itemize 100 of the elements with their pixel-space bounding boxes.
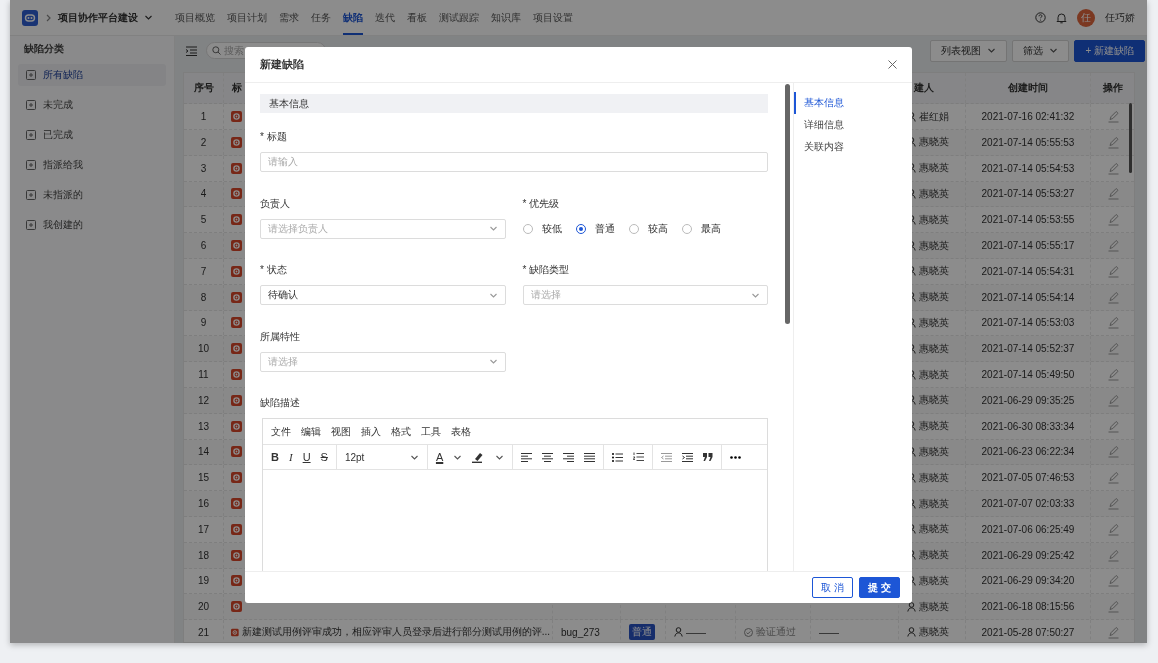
sidebar-item[interactable]: 我创建的	[18, 214, 166, 236]
table-cell: 惠晓英	[919, 161, 949, 176]
nav-tab[interactable]: 看板	[407, 0, 427, 35]
nav-tab[interactable]: 项目计划	[227, 0, 267, 35]
submit-button[interactable]: 提 交	[859, 577, 900, 598]
table-cell: ——	[686, 627, 706, 638]
table-cell: 惠晓英	[919, 470, 949, 485]
table-cell: 崔红娟	[919, 109, 949, 124]
radio-option[interactable]: 较高	[628, 221, 668, 236]
table-cell: 2021-06-18 08:15:56	[966, 594, 1091, 620]
menu-item[interactable]: 编辑	[301, 424, 321, 439]
select-field[interactable]: 待确认	[260, 285, 506, 305]
menu-item[interactable]: 格式	[391, 424, 411, 439]
nav-tab[interactable]: 项目设置	[533, 0, 573, 35]
sidebar-item[interactable]: 未指派的	[18, 184, 166, 206]
notification-icon[interactable]	[1056, 11, 1067, 24]
edit-icon[interactable]	[1106, 135, 1120, 149]
logo-icon[interactable]	[22, 9, 38, 26]
edit-icon[interactable]	[1106, 522, 1120, 536]
format-button[interactable]: I	[288, 451, 293, 463]
table-cell: 1	[184, 104, 224, 129]
edit-icon[interactable]	[1106, 110, 1120, 124]
table-cell: 惠晓英	[919, 548, 949, 563]
sidebar-item[interactable]: 已完成	[18, 124, 166, 146]
nav-tab[interactable]: 项目概览	[175, 0, 215, 35]
edit-icon[interactable]	[1106, 316, 1120, 330]
edit-icon[interactable]	[1106, 419, 1120, 433]
sidebar-item[interactable]: 指派给我	[18, 154, 166, 176]
edit-icon[interactable]	[1106, 213, 1120, 227]
radio-option[interactable]: 普通	[575, 221, 615, 236]
table-cell: 惠晓英	[919, 315, 949, 330]
edit-icon[interactable]	[1106, 600, 1120, 614]
text-color-button[interactable]: A	[435, 451, 444, 463]
format-button[interactable]: U	[302, 451, 311, 463]
sidebar-item[interactable]: 未完成	[18, 94, 166, 116]
numbered-list-icon[interactable]	[633, 452, 645, 462]
table-cell: 4	[184, 181, 224, 207]
align-icon[interactable]	[584, 452, 596, 462]
edit-icon[interactable]	[1106, 187, 1120, 201]
font-size-select[interactable]: 12pt	[344, 451, 419, 463]
edit-icon[interactable]	[1106, 161, 1120, 175]
anchor-link[interactable]: 关联内容	[794, 136, 912, 158]
edit-icon[interactable]	[1106, 471, 1120, 485]
indent-icon[interactable]	[682, 452, 694, 462]
table-cell: 惠晓英	[919, 393, 949, 408]
nav-tab[interactable]: 需求	[279, 0, 299, 35]
field-label: * 状态	[260, 263, 288, 277]
outdent-icon[interactable]	[661, 452, 673, 462]
menu-item[interactable]: 文件	[271, 424, 291, 439]
new-bug-button[interactable]: + 新建缺陷	[1074, 39, 1145, 62]
edit-icon[interactable]	[1106, 264, 1120, 278]
sidebar-title: 缺陷分类	[23, 42, 65, 56]
bug-type-icon	[231, 240, 242, 252]
dropdown-button[interactable]: 列表视图	[930, 39, 1008, 62]
scrollbar-thumb[interactable]	[1129, 102, 1132, 173]
anchor-link[interactable]: 基本信息	[794, 92, 912, 114]
table-cell: 5	[184, 207, 224, 233]
menu-item[interactable]: 工具	[421, 424, 441, 439]
anchor-link[interactable]: 详细信息	[794, 114, 912, 136]
align-icon[interactable]	[542, 452, 554, 462]
list-indent-icon[interactable]	[186, 45, 197, 56]
table-cell: 2021-07-06 06:25:49	[966, 516, 1091, 542]
document-icon	[26, 160, 36, 170]
nav-tab[interactable]: 测试跟踪	[439, 0, 479, 35]
align-icon[interactable]	[563, 452, 575, 462]
bug-type-icon	[231, 601, 242, 613]
edit-icon[interactable]	[1106, 393, 1120, 407]
menu-item[interactable]: 视图	[331, 424, 351, 439]
more-icon[interactable]	[730, 455, 742, 459]
edit-icon[interactable]	[1106, 574, 1120, 588]
menu-item[interactable]: 插入	[361, 424, 381, 439]
nav-tab[interactable]: 迭代	[375, 0, 395, 35]
quote-icon[interactable]	[703, 453, 714, 461]
table-cell: 15	[184, 465, 224, 491]
project-name[interactable]: 项目协作平台建设	[58, 10, 138, 25]
format-button[interactable]: S	[320, 451, 328, 463]
edit-icon[interactable]	[1106, 239, 1120, 253]
sidebar-item[interactable]: 所有缺陷	[18, 64, 166, 86]
close-icon[interactable]	[888, 60, 897, 69]
edit-icon[interactable]	[1106, 368, 1120, 381]
align-icon[interactable]	[521, 452, 533, 462]
radio-option[interactable]: 较低	[522, 221, 562, 236]
format-button[interactable]: B	[271, 451, 279, 463]
nav-tab[interactable]: 知识库	[491, 0, 521, 35]
edit-icon[interactable]	[1106, 290, 1120, 304]
menu-item[interactable]: 表格	[451, 424, 471, 439]
nav-tab[interactable]: 任务	[311, 0, 331, 35]
help-icon[interactable]	[1035, 12, 1046, 23]
table-cell[interactable]: 新建测试用例评审成功，相应评审人员登录后进行部分测试用例的评...	[241, 625, 550, 640]
edit-icon[interactable]	[1106, 342, 1120, 356]
dropdown-button[interactable]: 筛选	[1012, 39, 1070, 62]
edit-icon[interactable]	[1106, 445, 1120, 459]
scrollbar-thumb[interactable]	[785, 84, 790, 324]
edit-icon[interactable]	[1106, 497, 1120, 510]
radio-option[interactable]: 最高	[681, 221, 721, 236]
bullet-list-icon[interactable]	[612, 452, 624, 462]
user-avatar[interactable]: 任	[1077, 8, 1095, 27]
edit-icon[interactable]	[1106, 626, 1120, 639]
edit-icon[interactable]	[1106, 548, 1120, 562]
cancel-button[interactable]: 取 消	[812, 577, 854, 598]
